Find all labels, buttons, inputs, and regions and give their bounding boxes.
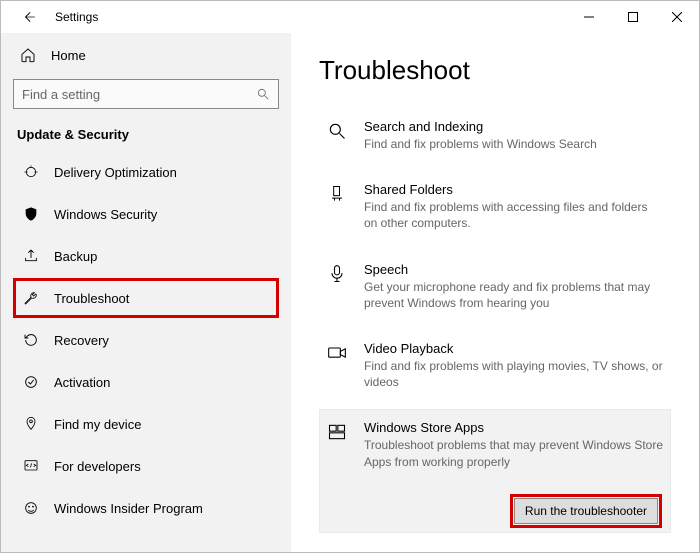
minimize-button[interactable] xyxy=(567,1,611,33)
location-icon xyxy=(22,416,40,432)
video-icon xyxy=(326,341,348,390)
search-icon xyxy=(256,87,270,101)
troubleshooter-desc: Find and fix problems with playing movie… xyxy=(364,358,664,390)
sidebar-home[interactable]: Home xyxy=(13,39,279,71)
search-placeholder: Find a setting xyxy=(22,87,100,102)
troubleshooter-desc: Find and fix problems with accessing fil… xyxy=(364,199,664,231)
developers-icon xyxy=(22,458,40,474)
sidebar-item-label: Backup xyxy=(54,249,97,264)
search-input[interactable]: Find a setting xyxy=(13,79,279,109)
page-title: Troubleshoot xyxy=(319,55,671,86)
troubleshooter-title: Shared Folders xyxy=(364,182,664,197)
sidebar-item-label: Windows Security xyxy=(54,207,157,222)
maximize-button[interactable] xyxy=(611,1,655,33)
sidebar-section-title: Update & Security xyxy=(17,127,279,142)
main-content: Troubleshoot Search and Indexing Find an… xyxy=(291,33,699,552)
troubleshooter-title: Speech xyxy=(364,262,664,277)
sidebar-item-for-developers[interactable]: For developers xyxy=(13,446,279,486)
wrench-icon xyxy=(22,290,40,306)
back-button[interactable] xyxy=(13,1,45,33)
troubleshooter-windows-store-apps[interactable]: Windows Store Apps Troubleshoot problems… xyxy=(319,409,671,532)
insider-icon xyxy=(22,500,40,516)
sidebar-item-label: Activation xyxy=(54,375,110,390)
sidebar-item-label: Find my device xyxy=(54,417,141,432)
run-troubleshooter-button[interactable]: Run the troubleshooter xyxy=(514,498,658,524)
sidebar-item-troubleshoot[interactable]: Troubleshoot xyxy=(13,278,279,318)
troubleshooter-title: Windows Store Apps xyxy=(364,420,664,435)
sidebar-item-delivery-optimization[interactable]: Delivery Optimization xyxy=(13,152,279,192)
sidebar-item-label: Recovery xyxy=(54,333,109,348)
sidebar-home-label: Home xyxy=(51,48,86,63)
sidebar-item-backup[interactable]: Backup xyxy=(13,236,279,276)
activation-icon xyxy=(22,374,40,390)
sidebar-item-activation[interactable]: Activation xyxy=(13,362,279,402)
sidebar-item-windows-security[interactable]: Windows Security xyxy=(13,194,279,234)
minimize-icon xyxy=(584,12,594,22)
sidebar-item-label: Delivery Optimization xyxy=(54,165,177,180)
sidebar-item-recovery[interactable]: Recovery xyxy=(13,320,279,360)
sidebar-item-label: For developers xyxy=(54,459,141,474)
troubleshooter-title: Video Playback xyxy=(364,341,664,356)
store-apps-icon xyxy=(326,420,348,469)
delivery-optimization-icon xyxy=(22,164,40,180)
arrow-left-icon xyxy=(22,10,36,24)
search-indexing-icon xyxy=(326,119,348,152)
troubleshooter-desc: Get your microphone ready and fix proble… xyxy=(364,279,664,311)
sidebar-item-label: Windows Insider Program xyxy=(54,501,203,516)
sidebar-item-label: Troubleshoot xyxy=(54,291,129,306)
close-button[interactable] xyxy=(655,1,699,33)
troubleshooter-desc: Find and fix problems with Windows Searc… xyxy=(364,136,597,152)
shield-icon xyxy=(22,206,40,222)
get-help-link[interactable]: Get help xyxy=(319,551,671,552)
troubleshooter-title: Search and Indexing xyxy=(364,119,597,134)
troubleshooter-desc: Troubleshoot problems that may prevent W… xyxy=(364,437,664,469)
sidebar-item-windows-insider[interactable]: Windows Insider Program xyxy=(13,488,279,528)
sidebar-item-find-my-device[interactable]: Find my device xyxy=(13,404,279,444)
close-icon xyxy=(672,12,682,22)
troubleshooter-shared-folders[interactable]: Shared Folders Find and fix problems wit… xyxy=(319,171,671,246)
recovery-icon xyxy=(22,332,40,348)
titlebar: Settings xyxy=(1,1,699,33)
troubleshooter-search-indexing[interactable]: Search and Indexing Find and fix problem… xyxy=(319,108,671,167)
home-icon xyxy=(19,47,37,63)
shared-folders-icon xyxy=(326,182,348,231)
microphone-icon xyxy=(326,262,348,311)
backup-icon xyxy=(22,248,40,264)
sidebar: Home Find a setting Update & Security De… xyxy=(1,33,291,552)
troubleshooter-video-playback[interactable]: Video Playback Find and fix problems wit… xyxy=(319,330,671,405)
window-title: Settings xyxy=(55,10,98,24)
maximize-icon xyxy=(628,12,638,22)
troubleshooter-speech[interactable]: Speech Get your microphone ready and fix… xyxy=(319,251,671,326)
